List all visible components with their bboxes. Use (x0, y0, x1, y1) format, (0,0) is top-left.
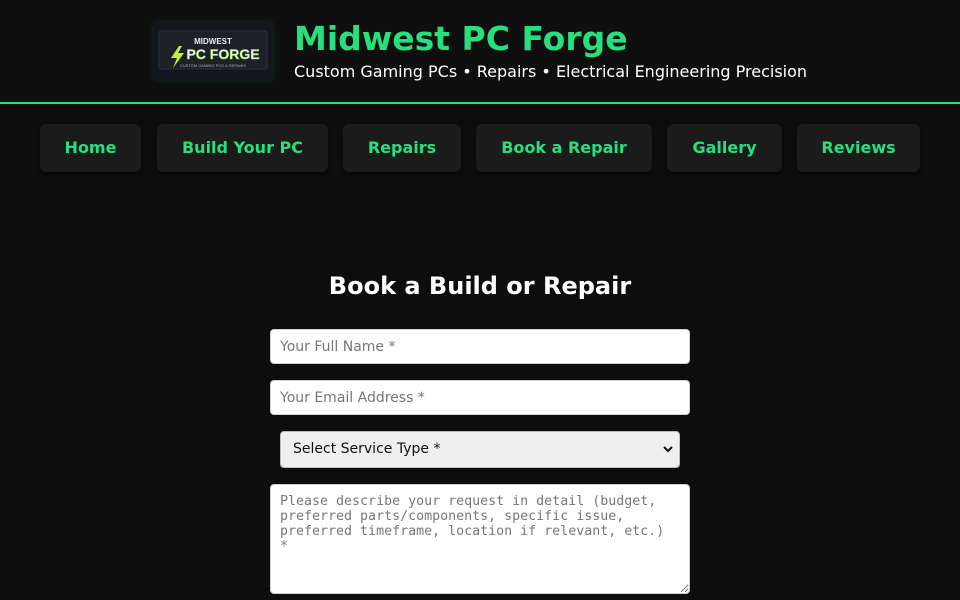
logo-line1: MIDWEST (194, 37, 232, 46)
service-type-select[interactable]: Select Service Type * (280, 431, 680, 468)
logo-line2: PC FORGE (186, 46, 259, 62)
nav-book-a-repair[interactable]: Book a Repair (476, 124, 652, 172)
nav-gallery[interactable]: Gallery (667, 124, 782, 172)
brand-logo[interactable]: MIDWEST PC FORGE CUSTOM GAMING PCS & REP… (153, 22, 273, 80)
booking-form-title: Book a Build or Repair (328, 272, 632, 300)
logo-graphic: MIDWEST PC FORGE CUSTOM GAMING PCS & REP… (153, 22, 273, 80)
nav-repairs[interactable]: Repairs (343, 124, 461, 172)
full-name-input[interactable] (270, 329, 690, 364)
logo-line3: CUSTOM GAMING PCS & REPAIRS (180, 63, 246, 68)
site-title: Midwest PC Forge (294, 19, 628, 58)
request-details-textarea[interactable] (270, 484, 690, 594)
nav-home[interactable]: Home (40, 124, 141, 172)
main-nav: Home Build Your PC Repairs Book a Repair… (0, 124, 960, 174)
nav-build-your-pc[interactable]: Build Your PC (157, 124, 328, 172)
nav-reviews[interactable]: Reviews (797, 124, 920, 172)
site-header: MIDWEST PC FORGE CUSTOM GAMING PCS & REP… (0, 0, 960, 104)
email-input[interactable] (270, 380, 690, 415)
site-tagline: Custom Gaming PCs • Repairs • Electrical… (294, 62, 808, 81)
